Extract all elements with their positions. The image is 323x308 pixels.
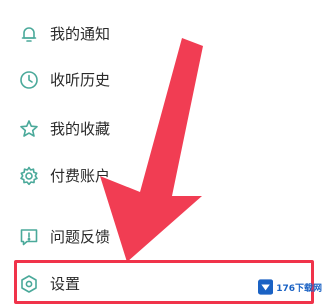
menu-item-label: 问题反馈 — [50, 228, 111, 246]
settings-menu-screen: 我的通知 收听历史 我的收藏 付费账户 问题反馈 设置 176下载网 — [0, 0, 323, 308]
menu-item-label: 我的通知 — [50, 25, 111, 43]
menu-item-label: 我的收藏 — [50, 120, 111, 138]
settings-hexagon-icon — [18, 273, 40, 295]
bell-icon — [18, 23, 40, 45]
menu-item-favorites[interactable]: 我的收藏 — [0, 111, 323, 147]
clock-icon — [18, 69, 40, 91]
menu-item-label: 设置 — [50, 275, 81, 293]
gear-icon — [18, 165, 40, 187]
menu-item-settings[interactable]: 设置 — [0, 266, 323, 302]
feedback-icon — [18, 226, 40, 248]
menu-item-label: 收听历史 — [50, 71, 111, 89]
star-icon — [18, 118, 40, 140]
menu-item-notifications[interactable]: 我的通知 — [0, 16, 323, 52]
menu-item-label: 付费账户 — [50, 167, 111, 185]
menu-item-paid-account[interactable]: 付费账户 — [0, 158, 323, 194]
menu-item-feedback[interactable]: 问题反馈 — [0, 219, 323, 255]
menu-item-history[interactable]: 收听历史 — [0, 62, 323, 98]
